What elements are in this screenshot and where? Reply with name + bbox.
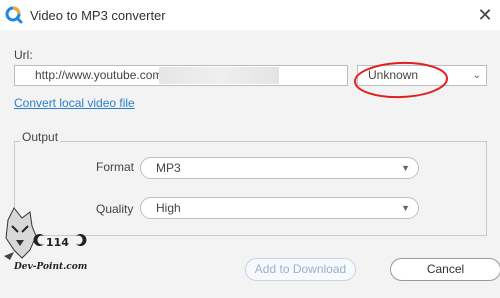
quality-value: High — [156, 201, 181, 215]
url-label: Url: — [14, 48, 33, 62]
app-logo-icon — [5, 6, 23, 24]
highlight-circle-annotation — [354, 61, 448, 99]
title-bar: Video to MP3 converter ✕ — [0, 0, 500, 30]
convert-local-video-link[interactable]: Convert local video file — [14, 96, 135, 110]
quality-label: Quality — [96, 202, 134, 216]
watermark-badge: 114 — [46, 236, 69, 249]
format-value: MP3 — [156, 161, 181, 175]
window-title: Video to MP3 converter — [30, 8, 166, 23]
add-to-download-button[interactable]: Add to Download — [245, 258, 356, 281]
caret-down-icon: ▼ — [401, 203, 410, 213]
output-legend: Output — [20, 130, 61, 144]
format-dropdown[interactable]: MP3 ▼ — [140, 157, 419, 179]
chevron-down-icon: ⌄ — [472, 70, 481, 81]
watermark-text: Dev-Point.com — [14, 262, 88, 272]
close-icon[interactable]: ✕ — [474, 4, 496, 26]
format-label: Format — [96, 160, 135, 174]
quality-dropdown[interactable]: High ▼ — [140, 197, 419, 219]
caret-down-icon: ▼ — [401, 163, 410, 173]
url-redacted-region — [159, 67, 279, 84]
cancel-button[interactable]: Cancel — [390, 258, 500, 281]
